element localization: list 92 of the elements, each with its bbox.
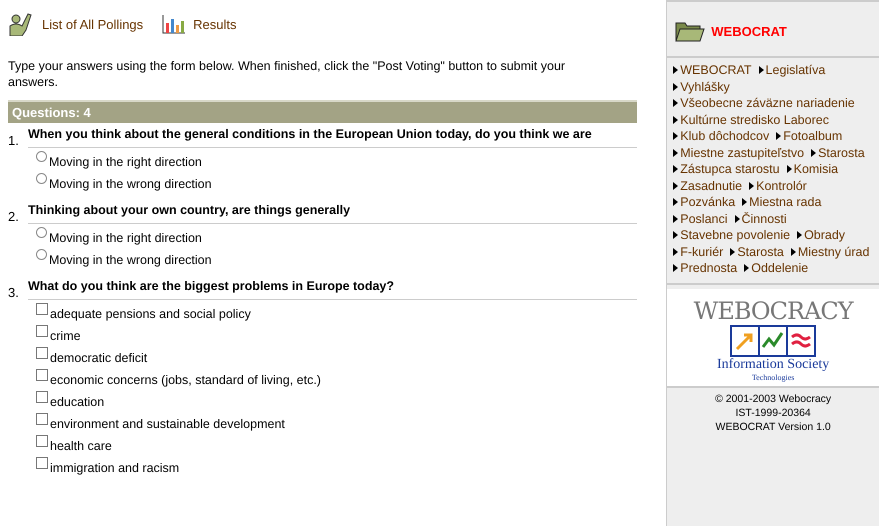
triangle-icon xyxy=(673,248,678,256)
sidebar-link[interactable]: Kontrolór xyxy=(749,178,807,194)
webocracy-logo: WEBOCRACY xyxy=(694,296,853,324)
checkbox[interactable] xyxy=(36,457,48,469)
question-number: 2. xyxy=(8,208,20,224)
option-label: Moving in the wrong direction xyxy=(49,252,212,267)
sidebar-link[interactable]: Miestny úrad xyxy=(790,244,870,260)
sidebar-link[interactable]: Legislatíva xyxy=(758,62,826,78)
triangle-icon xyxy=(673,66,678,74)
ist-logo-subtitle: Technologies xyxy=(752,372,794,382)
option-label: environment and sustainable development xyxy=(50,416,285,431)
triangle-icon xyxy=(673,132,678,140)
sidebar-link[interactable]: Oddelenie xyxy=(744,260,808,276)
sidebar-link[interactable]: Starosta xyxy=(811,144,865,161)
footer-text: IST-1999-20364 xyxy=(735,406,811,420)
triangle-icon xyxy=(673,99,678,107)
triangle-icon xyxy=(673,231,678,239)
sidebar-title: WEBOCRAT xyxy=(711,24,787,38)
triangle-icon xyxy=(673,182,678,190)
sidebar-link[interactable]: Vyhlášky xyxy=(673,78,730,95)
checkbox[interactable] xyxy=(36,413,48,425)
triangle-icon xyxy=(786,165,792,173)
radio-button[interactable] xyxy=(36,151,47,162)
option-label: education xyxy=(50,394,104,409)
sidebar-link[interactable]: Všeobecne záväzne nariadenie xyxy=(673,95,855,112)
sidebar-link[interactable]: Miestna rada xyxy=(742,194,822,210)
triangle-icon xyxy=(673,116,678,124)
triangle-icon xyxy=(742,198,748,206)
questions-header: Questions: 4 xyxy=(8,100,638,123)
sidebar-link[interactable]: Zástupca starostu xyxy=(673,161,780,178)
question-text: What do you think are the biggest problems in Europe today? xyxy=(28,279,638,300)
question-text: When you think about the general conditions in the European Union today, do you think we are xyxy=(28,127,638,148)
radio-button[interactable] xyxy=(36,249,47,260)
sidebar-link[interactable]: WEBOCRAT xyxy=(673,62,752,78)
checkbox[interactable] xyxy=(36,369,48,381)
option-label: Moving in the right direction xyxy=(49,230,202,245)
radio-button[interactable] xyxy=(36,173,47,184)
radio-button[interactable] xyxy=(36,227,47,238)
triangle-icon xyxy=(673,198,678,206)
sidebar-link[interactable]: Kultúrne stredisko Laborec xyxy=(673,112,829,128)
sidebar-link[interactable]: Poslanci xyxy=(673,210,728,227)
question-number: 1. xyxy=(8,132,20,148)
sidebar-link[interactable]: F-kuriér xyxy=(673,244,724,260)
triangle-icon xyxy=(734,214,740,222)
sidebar-link[interactable]: Prednosta xyxy=(673,260,738,276)
triangle-icon xyxy=(797,231,802,239)
triangle-icon xyxy=(673,82,678,90)
option-label: health care xyxy=(50,438,112,453)
option-label: crime xyxy=(50,328,81,343)
triangle-icon xyxy=(673,264,678,272)
option-label: democratic deficit xyxy=(50,350,148,365)
triangle-icon xyxy=(776,132,782,140)
footer-text: © 2001-2003 Webocracy xyxy=(715,392,832,406)
nav-link[interactable]: Results xyxy=(161,13,237,35)
sidebar-link[interactable]: Obrady xyxy=(797,227,846,244)
sidebar-link[interactable]: Miestne zastupiteľstvo xyxy=(673,144,804,161)
sidebar-link[interactable]: Starosta xyxy=(730,244,784,260)
option-label: immigration and racism xyxy=(50,460,180,475)
checkbox[interactable] xyxy=(36,435,48,447)
triangle-icon xyxy=(730,248,736,256)
nav-link[interactable]: List of All Pollings xyxy=(8,12,144,36)
sidebar-link[interactable]: Činnosti xyxy=(734,210,787,227)
checkbox[interactable] xyxy=(36,325,48,337)
question-text: Thinking about your own country, are things generally xyxy=(28,203,638,224)
sidebar-link[interactable]: Fotoalbum xyxy=(776,128,842,144)
option-label: economic concerns (jobs, standard of living, etc.) xyxy=(50,372,321,387)
ist-logo-icon xyxy=(730,324,816,356)
footer-text: WEBOCRAT Version 1.0 xyxy=(716,420,831,434)
triangle-icon xyxy=(790,248,796,256)
triangle-icon xyxy=(744,264,750,272)
checkbox[interactable] xyxy=(36,303,48,315)
triangle-icon xyxy=(811,148,816,156)
triangle-icon xyxy=(758,66,764,74)
triangle-icon xyxy=(673,148,678,156)
option-label: Moving in the wrong direction xyxy=(49,176,212,191)
option-label: adequate pensions and social policy xyxy=(50,306,251,321)
triangle-icon xyxy=(673,214,678,222)
triangle-icon xyxy=(673,165,678,173)
sidebar-link[interactable]: Zasadnutie xyxy=(673,178,742,194)
option-label: Moving in the right direction xyxy=(49,154,202,169)
sidebar-link[interactable]: Klub dôchodcov xyxy=(673,128,770,144)
triangle-icon xyxy=(749,182,754,190)
checkbox[interactable] xyxy=(36,391,48,403)
folder-icon xyxy=(675,20,706,42)
sidebar-link[interactable]: Stavebne povolenie xyxy=(673,227,790,244)
question-number: 3. xyxy=(8,284,20,300)
sidebar-link[interactable]: Pozvánka xyxy=(673,194,736,210)
bar-chart-icon xyxy=(161,13,188,35)
instructions-text: Type your answers using the form below. When finished, click the "Post Voting" button to submit your answers. xyxy=(8,58,566,90)
ist-logo-title: Information Society xyxy=(716,356,830,372)
checkbox[interactable] xyxy=(36,347,48,359)
sidebar-link[interactable]: Komisia xyxy=(786,161,838,178)
